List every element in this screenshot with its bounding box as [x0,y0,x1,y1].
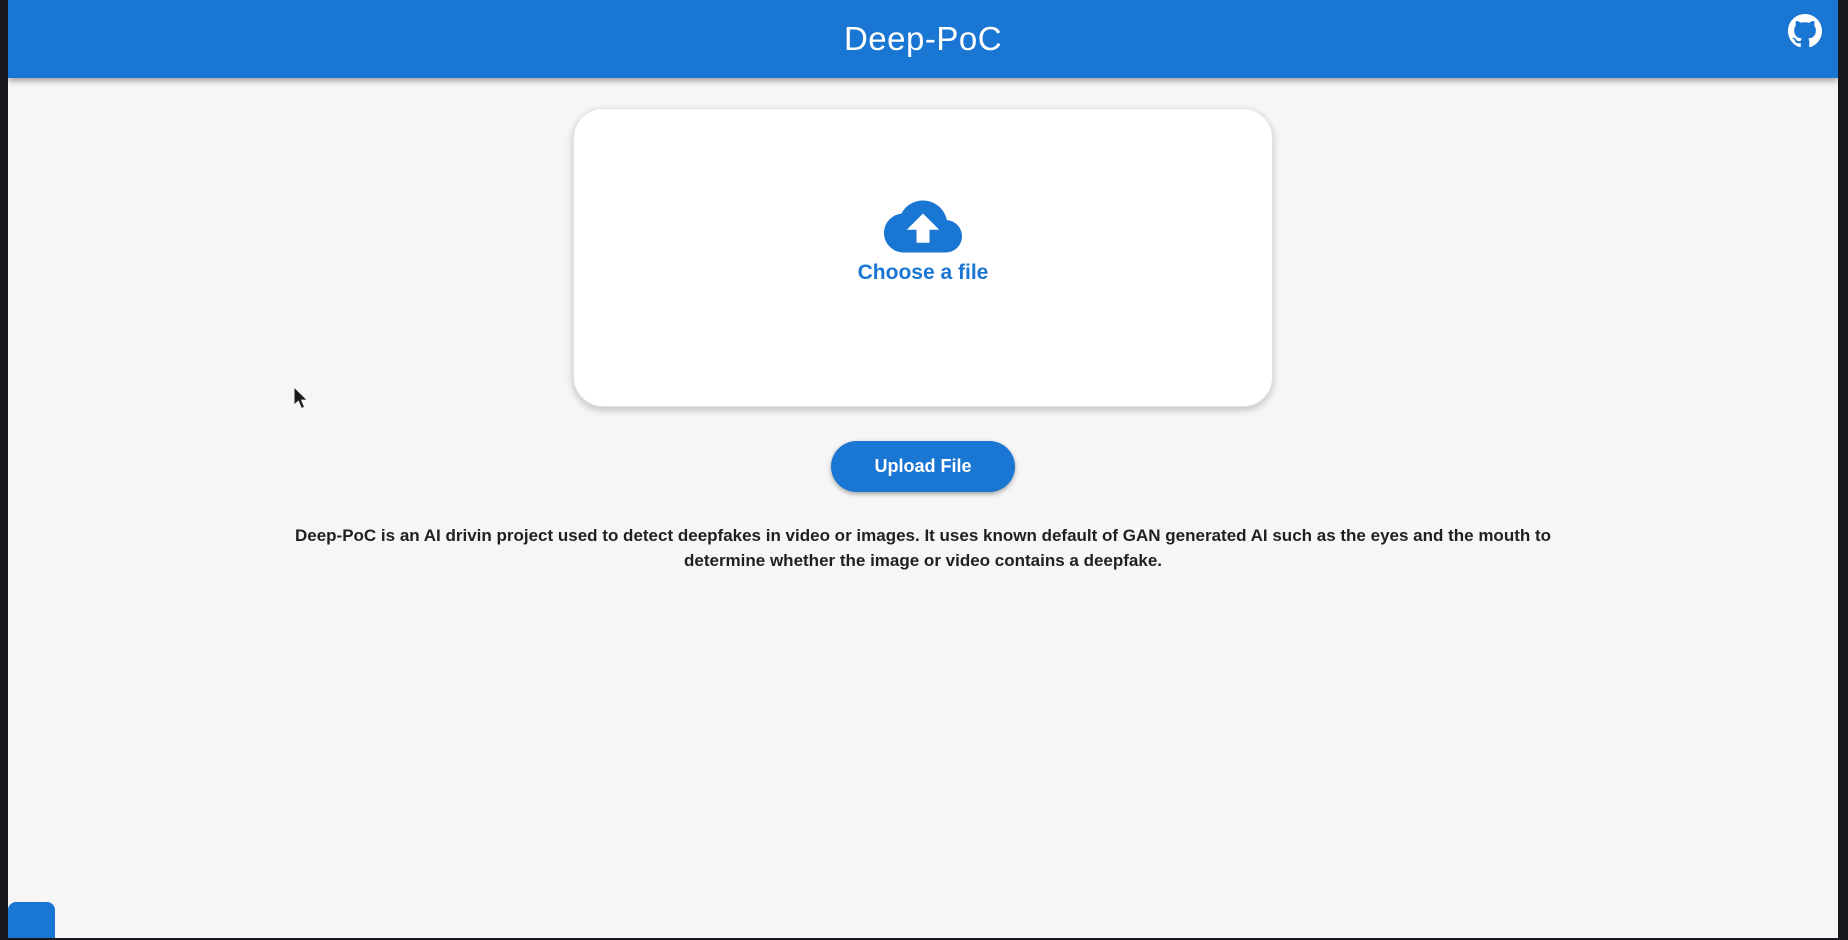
choose-file-label: Choose a file [857,261,989,284]
github-link[interactable] [1788,14,1822,48]
upload-file-button[interactable]: Upload File [831,441,1015,492]
project-description: Deep-PoC is an AI drivin project used to… [294,526,1552,570]
cloud-upload-icon [883,199,962,254]
app-header: Deep-PoC [8,0,1838,78]
partial-blue-element [8,902,55,938]
file-chooser[interactable]: Choose a file [857,199,989,285]
page-frame: Deep-PoC Choose a file Upload File Deep-… [8,0,1838,938]
github-icon [1788,14,1822,48]
page-title: Deep-PoC [843,20,1003,57]
upload-dropzone-card[interactable]: Choose a file [573,108,1273,407]
main-content: Choose a file Upload File Deep-PoC is an… [8,78,1838,573]
